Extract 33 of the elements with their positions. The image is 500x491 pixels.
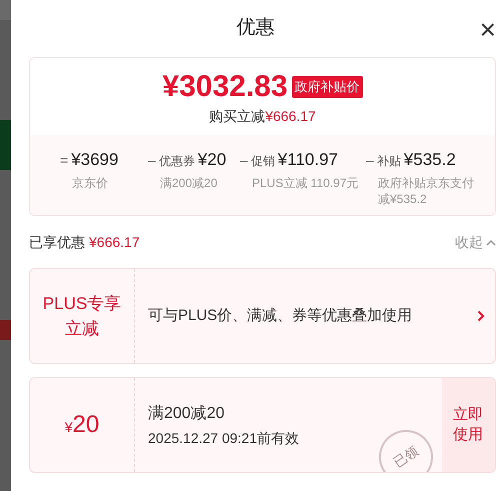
- coupon-value: 20: [72, 410, 100, 440]
- breakdown-note: 政府补贴京东支付减¥535.2: [377, 174, 475, 206]
- breakdown-note: 京东价: [71, 174, 109, 190]
- breakdown-amount: ¥535.2: [404, 149, 456, 171]
- promo-tag: PLUS专享立减: [37, 291, 127, 341]
- breakdown-note: 满200减20: [159, 174, 218, 190]
- breakdown-amount: ¥20: [198, 149, 226, 171]
- breakdown-amount: ¥3699: [71, 149, 118, 171]
- close-button[interactable]: ×: [480, 16, 496, 44]
- breakdown-label: 促销: [250, 153, 275, 170]
- operator-sign: –: [366, 151, 374, 170]
- promo-card[interactable]: PLUS专享立减 可与PLUS价、满减、券等优惠叠加使用: [29, 268, 496, 364]
- chevron-right-icon: [477, 310, 485, 322]
- operator-sign: =: [60, 151, 68, 170]
- chevron-up-icon: [486, 238, 496, 246]
- dialog-title: 优惠: [236, 16, 274, 40]
- saving-label: 购买立减: [209, 107, 266, 126]
- price: ¥3032.83: [162, 70, 288, 104]
- saving-amount: ¥666.17: [265, 107, 316, 126]
- operator-sign: –: [148, 151, 156, 170]
- currency-sign: ¥: [64, 418, 73, 437]
- breakdown-label: 优惠券: [158, 153, 195, 170]
- coupon-validity: 2025.12.27 09:21前有效: [148, 428, 300, 448]
- use-now-button[interactable]: 立即使用: [442, 378, 495, 472]
- promo-description: 可与PLUS价、满减、券等优惠叠加使用: [148, 306, 412, 326]
- section-amount: ¥666.17: [89, 232, 140, 252]
- operator-sign: –: [240, 151, 248, 170]
- section-label: 已享优惠: [29, 232, 85, 252]
- coupon-title: 满200减20: [148, 404, 226, 424]
- breakdown-amount: ¥110.97: [278, 149, 338, 171]
- subsidy-badge: 政府补贴价: [292, 76, 363, 98]
- breakdown-label: 补贴: [376, 153, 401, 170]
- breakdown-note: PLUS立减 110.97元: [251, 174, 360, 190]
